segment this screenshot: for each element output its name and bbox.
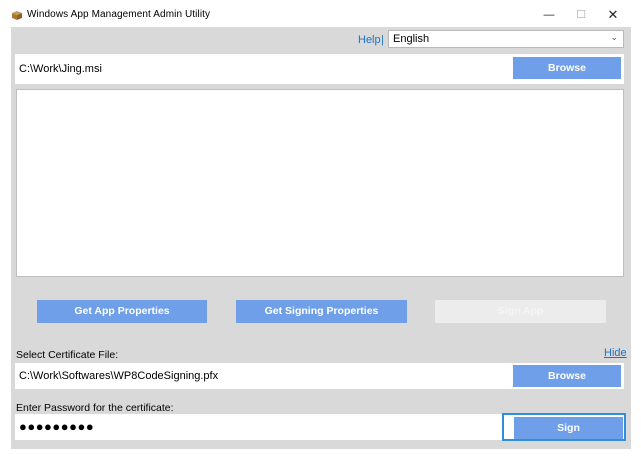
package-path-value: C:\Work\Jing.msi [19,63,102,75]
certificate-path-value: C:\Work\Softwares\WP8CodeSigning.pfx [19,370,219,382]
sign-button[interactable]: Sign [514,417,623,439]
minimize-button[interactable]: — [539,6,559,24]
hide-link[interactable]: Hide [604,347,627,359]
title-bar: Windows App Management Admin Utility — ☐… [0,0,641,30]
language-dropdown[interactable]: English ⌄ [388,30,624,48]
close-button[interactable]: ✕ [603,6,623,24]
password-label: Enter Password for the certificate: [16,402,174,414]
certificate-label: Select Certificate File: [16,349,119,361]
window-title: Windows App Management Admin Utility [27,9,211,20]
get-signing-properties-button[interactable]: Get Signing Properties [236,300,407,323]
main-panel: Help | English ⌄ C:\Work\Jing.msi Browse… [11,27,631,449]
browse-certificate-button[interactable]: Browse [513,365,621,387]
password-value: ●●●●●●●●● [19,419,95,434]
package-icon [12,11,22,20]
sign-app-button[interactable]: Sign App [435,300,606,323]
output-textarea[interactable] [16,89,624,277]
help-separator: | [381,34,384,46]
maximize-button[interactable]: ☐ [571,6,591,24]
browse-package-button[interactable]: Browse [513,57,621,79]
chevron-down-icon: ⌄ [610,32,618,42]
help-link[interactable]: Help [358,34,381,46]
language-selected: English [393,33,430,45]
get-app-properties-button[interactable]: Get App Properties [37,300,207,323]
